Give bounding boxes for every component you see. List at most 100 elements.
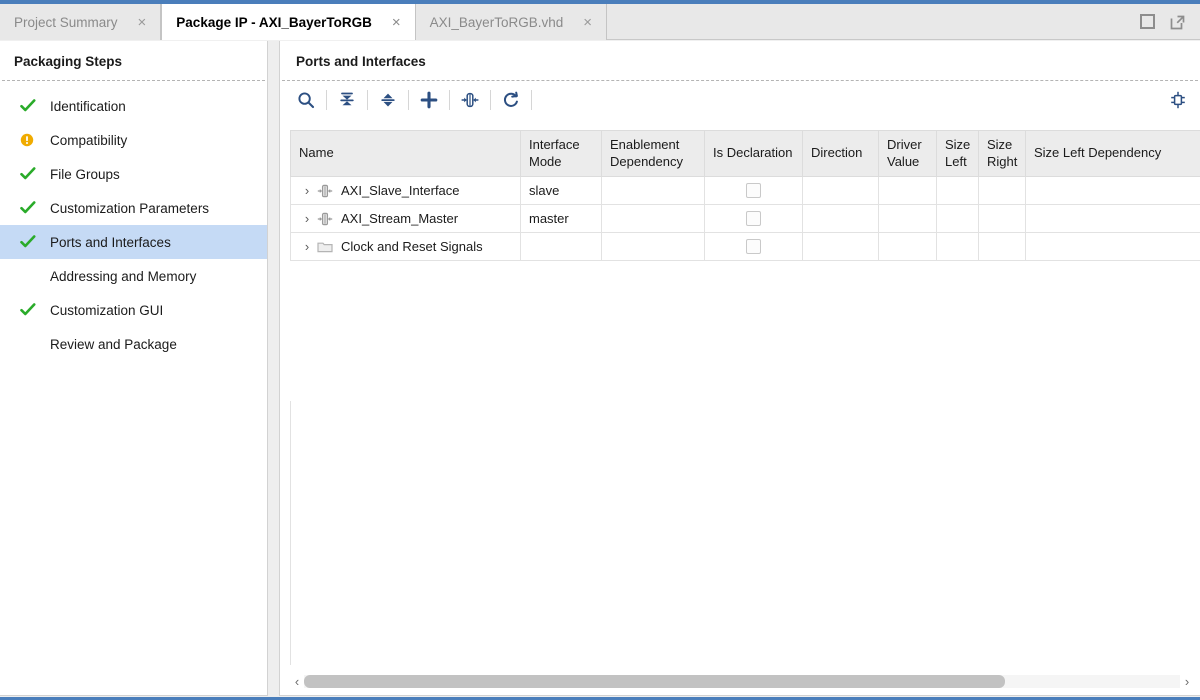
- cell-name[interactable]: ›: [290, 204, 521, 233]
- ports-and-interfaces-panel: Ports and Interfaces Name Interface Mode…: [279, 41, 1200, 696]
- ip-settings-icon[interactable]: [1164, 86, 1192, 114]
- horizontal-scrollbar[interactable]: ‹ ›: [290, 672, 1194, 690]
- vivado-package-ip-window: Project Summary × Package IP - AXI_Bayer…: [0, 0, 1200, 700]
- toolbar-separator: [531, 90, 532, 110]
- sidebar-item-file-groups[interactable]: File Groups: [0, 157, 267, 191]
- cell-direction[interactable]: [802, 204, 879, 233]
- sidebar-item-ports-and-interfaces[interactable]: Ports and Interfaces: [0, 225, 267, 259]
- cell-driver-value[interactable]: [878, 232, 937, 261]
- toolbar-separator: [367, 90, 368, 110]
- sidebar-item-label: File Groups: [50, 166, 120, 182]
- scroll-left-arrow-icon[interactable]: ‹: [290, 672, 304, 690]
- expand-chevron-icon[interactable]: ›: [299, 183, 315, 198]
- ports-table-container: Name Interface Mode Enablement Dependenc…: [290, 130, 1200, 665]
- panel-splitter[interactable]: [269, 41, 279, 696]
- scroll-right-arrow-icon[interactable]: ›: [1180, 672, 1194, 690]
- cell-size-left-dependency[interactable]: [1025, 176, 1200, 205]
- add-icon[interactable]: [413, 85, 445, 115]
- ports-toolbar: [280, 81, 1200, 119]
- sidebar-item-identification[interactable]: Identification: [0, 89, 267, 123]
- warning-icon: [20, 131, 42, 149]
- cell-is-declaration[interactable]: [704, 204, 803, 233]
- column-header-direction[interactable]: Direction: [802, 130, 879, 177]
- check-icon: [20, 233, 42, 251]
- cell-size-right[interactable]: [978, 204, 1026, 233]
- cell-is-declaration[interactable]: [704, 232, 803, 261]
- expand-all-icon[interactable]: [372, 85, 404, 115]
- no-status-icon: [20, 335, 42, 353]
- cell-interface-mode[interactable]: slave: [520, 176, 602, 205]
- column-header-size-left-dependency[interactable]: Size Left Dependency: [1025, 130, 1200, 177]
- cell-is-declaration[interactable]: [704, 176, 803, 205]
- column-header-size-left[interactable]: Size Left: [936, 130, 979, 177]
- bus-interface-icon[interactable]: [454, 85, 486, 115]
- refresh-icon[interactable]: [495, 85, 527, 115]
- folder-icon: [315, 239, 335, 255]
- sidebar-item-customization-parameters[interactable]: Customization Parameters: [0, 191, 267, 225]
- sidebar-item-label: Addressing and Memory: [50, 268, 197, 284]
- is-declaration-checkbox[interactable]: [746, 211, 761, 226]
- tab-bar-spacer: [607, 4, 1130, 39]
- cell-direction[interactable]: [802, 232, 879, 261]
- sidebar-item-review-and-package[interactable]: Review and Package: [0, 327, 267, 361]
- cell-size-left[interactable]: [936, 176, 979, 205]
- table-row[interactable]: ›: [290, 204, 1200, 233]
- float-window-icon[interactable]: [1170, 14, 1186, 30]
- check-icon: [20, 165, 42, 183]
- search-icon[interactable]: [290, 85, 322, 115]
- cell-interface-mode[interactable]: [520, 232, 602, 261]
- cell-interface-mode[interactable]: master: [520, 204, 602, 233]
- collapse-all-icon[interactable]: [331, 85, 363, 115]
- cell-size-left-dependency[interactable]: [1025, 232, 1200, 261]
- table-row[interactable]: › Clock and Reset Signals: [290, 232, 1200, 261]
- tab-label: Project Summary: [14, 14, 118, 30]
- cell-enablement-dependency[interactable]: [601, 232, 705, 261]
- sidebar-item-label: Identification: [50, 98, 126, 114]
- cell-size-right[interactable]: [978, 176, 1026, 205]
- cell-enablement-dependency[interactable]: [601, 176, 705, 205]
- sidebar-item-customization-gui[interactable]: Customization GUI: [0, 293, 267, 327]
- tab-axi-bayertorgb-vhd[interactable]: AXI_BayerToRGB.vhd ×: [415, 4, 607, 40]
- tab-package-ip[interactable]: Package IP - AXI_BayerToRGB ×: [161, 4, 416, 40]
- is-declaration-checkbox[interactable]: [746, 183, 761, 198]
- bus-interface-icon: [315, 183, 335, 199]
- cell-name[interactable]: › Clock and Reset Signals: [290, 232, 521, 261]
- expand-chevron-icon[interactable]: ›: [299, 239, 315, 254]
- packaging-steps-list: Identification Compatibility File Groups…: [0, 81, 267, 361]
- check-icon: [20, 199, 42, 217]
- tab-project-summary[interactable]: Project Summary ×: [0, 4, 162, 40]
- tab-close-icon[interactable]: ×: [136, 15, 149, 30]
- scrollbar-track[interactable]: [304, 674, 1180, 688]
- sidebar-item-addressing-and-memory[interactable]: Addressing and Memory: [0, 259, 267, 293]
- sidebar-item-compatibility[interactable]: Compatibility: [0, 123, 267, 157]
- cell-driver-value[interactable]: [878, 204, 937, 233]
- tab-close-icon[interactable]: ×: [390, 15, 403, 30]
- row-label: Clock and Reset Signals: [341, 239, 483, 254]
- expand-chevron-icon[interactable]: ›: [299, 211, 315, 226]
- maximize-icon[interactable]: [1140, 13, 1156, 30]
- cell-size-right[interactable]: [978, 232, 1026, 261]
- column-header-driver-value[interactable]: Driver Value: [878, 130, 937, 177]
- toolbar-separator: [449, 90, 450, 110]
- tab-label: Package IP - AXI_BayerToRGB: [176, 14, 372, 30]
- cell-direction[interactable]: [802, 176, 879, 205]
- column-header-enablement-dependency[interactable]: Enablement Dependency: [601, 130, 705, 177]
- cell-driver-value[interactable]: [878, 176, 937, 205]
- tab-close-icon[interactable]: ×: [581, 15, 594, 30]
- tab-label: AXI_BayerToRGB.vhd: [429, 14, 564, 30]
- cell-enablement-dependency[interactable]: [601, 204, 705, 233]
- column-header-interface-mode[interactable]: Interface Mode: [520, 130, 602, 177]
- cell-size-left-dependency[interactable]: [1025, 204, 1200, 233]
- sidebar-item-label: Ports and Interfaces: [50, 234, 171, 250]
- column-header-size-right[interactable]: Size Right: [978, 130, 1026, 177]
- column-header-name[interactable]: Name: [290, 130, 521, 177]
- cell-size-left[interactable]: [936, 204, 979, 233]
- check-icon: [20, 301, 42, 319]
- check-icon: [20, 97, 42, 115]
- is-declaration-checkbox[interactable]: [746, 239, 761, 254]
- cell-size-left[interactable]: [936, 232, 979, 261]
- table-row[interactable]: ›: [290, 176, 1200, 205]
- scrollbar-thumb[interactable]: [304, 674, 1005, 688]
- cell-name[interactable]: ›: [290, 176, 521, 205]
- column-header-is-declaration[interactable]: Is Declaration: [704, 130, 803, 177]
